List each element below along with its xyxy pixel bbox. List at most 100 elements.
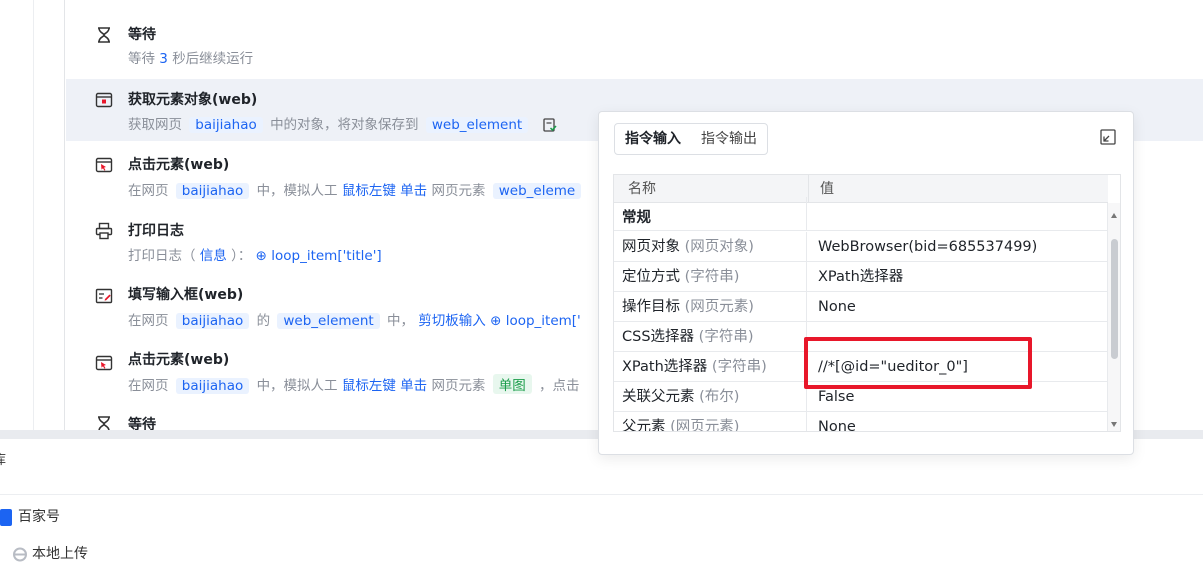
highlight-box <box>804 337 1032 389</box>
param-label: CSS选择器 <box>622 329 695 345</box>
table-row[interactable]: 常规 <box>614 197 1108 231</box>
click-action: 单击 <box>400 378 428 394</box>
table-row[interactable]: 操作目标 (网页元素) None <box>614 292 1108 322</box>
desc-text: 在网页 <box>128 313 169 329</box>
table-row[interactable]: 网页对象 (网页对象) WebBrowser(bid=685537499) <box>614 232 1108 262</box>
params-table: 名称 值 常规 网页对象 (网页对象) WebBrowser(bid=68553… <box>613 174 1121 432</box>
param-name: 网页对象 (网页对象) <box>614 232 807 262</box>
param-name: 定位方式 (字符串) <box>614 262 807 292</box>
step-title: 填写输入框(web) <box>128 287 244 303</box>
step-title: 点击元素(web) <box>128 352 230 368</box>
browser-window-icon <box>95 92 113 108</box>
step-desc: 在网页 baijiahao 的 web_element 中， 剪切板输入 ⊕ l… <box>128 309 581 329</box>
desc-text: 在网页 <box>128 378 169 394</box>
desc-text: 中，模拟人工 <box>256 378 338 394</box>
app-window: 等待 等待 3 秒后继续运行 获取元素对象(web) 获取网页 baijiaha… <box>0 0 1203 567</box>
hourglass-icon <box>98 27 110 43</box>
expression: ⊕ loop_item[' <box>490 313 581 329</box>
library-item-baijiahao[interactable]: 百家号 <box>0 506 60 526</box>
desc-text: 中，模拟人工 <box>256 183 338 199</box>
param-type: (字符串) <box>684 269 740 285</box>
param-label: 父元素 <box>622 419 666 432</box>
param-label: 网页对象 <box>622 239 680 255</box>
step-title: 等待 <box>128 417 156 430</box>
tab-command-output[interactable]: 指令输出 <box>691 124 767 154</box>
desc-text: 打印日志（ <box>128 248 196 264</box>
param-type: (网页元素) <box>670 419 740 432</box>
divider <box>0 494 1203 495</box>
page-tag: baijiahao <box>175 183 250 199</box>
step-title: 获取元素对象(web) <box>128 92 258 108</box>
param-type: (字符串) <box>698 329 754 345</box>
param-type: (网页对象) <box>684 239 754 255</box>
param-name: XPath选择器 (字符串) <box>614 352 807 382</box>
param-name: 关联父元素 (布尔) <box>614 382 807 412</box>
baijiahao-logo-icon <box>0 508 12 526</box>
desc-text: ）： <box>231 248 252 264</box>
desc-text: 网页元素 <box>431 183 486 199</box>
param-name: CSS选择器 (字符串) <box>614 322 807 352</box>
scroll-thumb[interactable] <box>1111 239 1118 359</box>
desc-text: 网页元素 <box>431 378 486 394</box>
param-label: 定位方式 <box>622 269 680 285</box>
desc-text: 秒后继续运行 <box>172 51 254 67</box>
table-scrollbar[interactable] <box>1107 203 1120 431</box>
page-tag: baijiahao <box>189 117 263 133</box>
wait-seconds: 3 <box>159 51 168 67</box>
flow-rail <box>64 0 65 430</box>
click-browser-icon <box>95 157 113 173</box>
desc-text: 的 <box>256 313 271 329</box>
param-value: None <box>818 419 856 432</box>
desc-text: 在网页 <box>128 183 169 199</box>
param-value: XPath选择器 <box>818 269 904 285</box>
param-label: 关联父元素 <box>622 389 695 405</box>
log-level: 信息 <box>199 248 227 264</box>
collapse-icon[interactable] <box>1099 128 1117 146</box>
desc-text: 中， <box>387 313 414 329</box>
library-item-label: 百家号 <box>18 509 60 525</box>
ie-browser-icon <box>13 547 27 562</box>
desc-text: ，点击 <box>539 378 580 394</box>
step-desc: 在网页 baijiahao 中，模拟人工 鼠标左键 单击 网页元素 单图 ，点击 <box>128 374 580 394</box>
library-header: 库 <box>0 449 13 479</box>
param-label: 操作目标 <box>622 299 680 315</box>
param-label: XPath选择器 <box>622 359 708 375</box>
printer-icon <box>95 222 113 240</box>
desc-text: 获取网页 <box>128 117 182 133</box>
variable-tag: web_element <box>425 117 529 133</box>
variable-tag: web_element <box>277 313 380 329</box>
step-desc: 在网页 baijiahao 中，模拟人工 鼠标左键 单击 网页元素 web_el… <box>128 179 584 199</box>
step-title: 等待 <box>128 27 156 43</box>
step-desc: 获取网页 baijiahao 中的对象，将对象保存到 web_element <box>128 113 558 133</box>
table-row[interactable]: 定位方式 (字符串) XPath选择器 <box>614 262 1108 292</box>
mouse-button: 鼠标左键 <box>341 183 396 199</box>
library-item-local-upload[interactable]: 本地上传 <box>12 543 88 563</box>
mouse-button: 鼠标左键 <box>341 378 396 394</box>
popup-tabs: 指令输入 指令输出 <box>614 123 768 155</box>
element-tag: 单图 <box>492 374 532 394</box>
page-tag: baijiahao <box>175 378 250 394</box>
param-value: WebBrowser(bid=685537499) <box>818 239 1038 255</box>
param-value: None <box>818 299 856 315</box>
table-row[interactable]: 父元素 (网页元素) None <box>614 412 1108 432</box>
param-type: (布尔) <box>699 389 740 405</box>
scroll-down-arrow-icon[interactable] <box>1111 422 1117 427</box>
click-action: 单击 <box>400 183 428 199</box>
param-name: 常规 <box>614 197 807 231</box>
param-label: 常规 <box>622 210 651 226</box>
edit-input-icon <box>95 288 113 304</box>
step-wait[interactable]: 等待 等待 3 秒后继续运行 <box>66 18 1203 74</box>
variable-tag: web_eleme <box>492 183 582 199</box>
desc-text: 等待 <box>128 51 155 67</box>
tab-command-input[interactable]: 指令输入 <box>615 124 691 154</box>
step-title: 点击元素(web) <box>128 157 230 173</box>
command-detail-popup: 指令输入 指令输出 名称 值 常规 网页对象 (网页对象) WebBrowser… <box>598 111 1134 455</box>
scroll-up-arrow-icon[interactable] <box>1111 213 1117 218</box>
check-list-icon[interactable] <box>542 117 558 133</box>
page-tag: baijiahao <box>175 313 250 329</box>
hourglass-icon <box>98 416 110 430</box>
step-title: 打印日志 <box>128 223 184 239</box>
param-name: 父元素 (网页元素) <box>614 412 807 432</box>
expression: ⊕ loop_item['title'] <box>255 248 382 264</box>
step-desc: 打印日志（ 信息 ）： ⊕ loop_item['title'] <box>128 244 382 264</box>
